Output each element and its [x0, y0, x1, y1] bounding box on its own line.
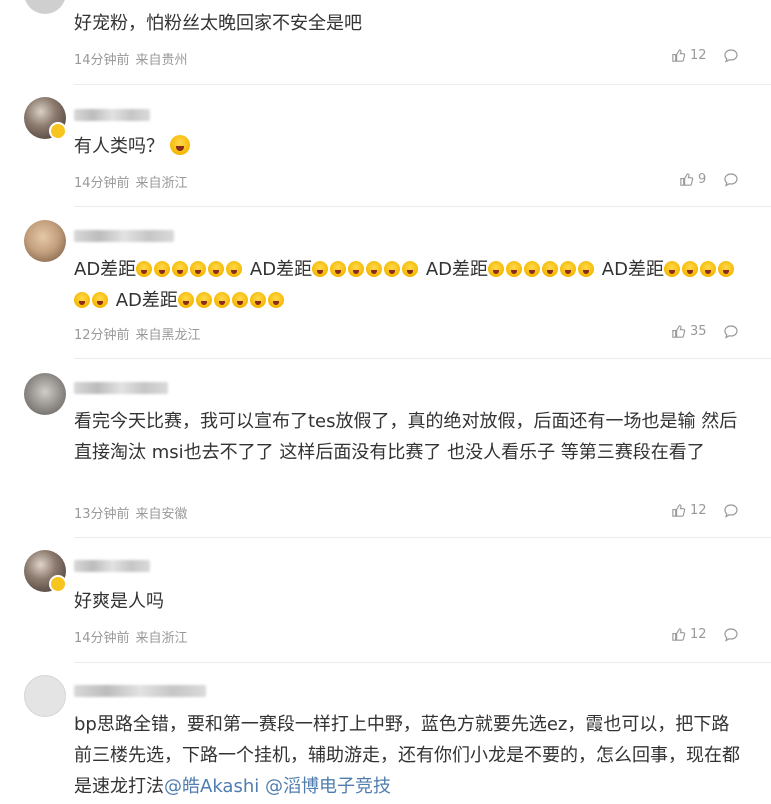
screaming-emoji-icon [524, 261, 541, 277]
comment-meta: 12分钟前 来自黑龙江 [74, 324, 207, 343]
screaming-emoji-icon [190, 261, 207, 277]
comment-location: 来自贵州 [135, 53, 188, 68]
screaming-emoji-icon [92, 292, 108, 308]
comment-location: 来自浙江 [135, 176, 188, 191]
comment-location: 来自黑龙江 [135, 328, 201, 343]
screaming-emoji-icon [226, 261, 243, 277]
screaming-emoji-icon [717, 261, 734, 277]
screaming-emoji-icon [578, 261, 595, 277]
thumbs-up-icon [672, 504, 686, 517]
username[interactable] [74, 109, 150, 121]
screaming-emoji-icon [154, 261, 171, 277]
username[interactable] [74, 230, 174, 242]
like-count: 12 [690, 48, 707, 63]
screaming-emoji-icon [699, 261, 716, 277]
like-button[interactable]: 12 [671, 503, 707, 518]
like-count: 35 [690, 324, 707, 339]
comment-time: 14分钟前 [74, 53, 130, 68]
comment-bubble-icon[interactable] [723, 627, 739, 643]
comment-item: AD差距 AD差距 AD差距 AD差距 AD差距 12分钟前 来自黑龙江 35 [0, 207, 771, 359]
screaming-emoji-icon [681, 261, 698, 277]
comment-text-content: 有人类吗？ [74, 136, 164, 157]
screaming-emoji-icon [402, 261, 419, 277]
screaming-emoji-icon [488, 261, 505, 277]
comment-meta: 14分钟前 来自浙江 [74, 172, 194, 191]
screaming-emoji-icon [136, 261, 153, 277]
mention-link[interactable]: @滔博电子竞技 [265, 776, 391, 797]
screaming-emoji-icon [506, 261, 523, 277]
comment-bubble-icon[interactable] [723, 324, 739, 340]
username[interactable] [74, 685, 206, 697]
comment-text: 好宠粉，怕粉丝太晚回家不安全是吧 [74, 13, 362, 34]
divider [74, 662, 771, 663]
like-count: 12 [690, 627, 707, 642]
comment-item: 看完今天比赛，我可以宣布了tes放假了，真的绝对放假，后面还有一场也是输 然后直… [0, 359, 771, 538]
like-button[interactable]: 12 [671, 48, 707, 63]
comment-item: 有人类吗？ 14分钟前 来自浙江 9 [0, 85, 771, 207]
like-button[interactable]: 35 [671, 324, 707, 339]
comment-time: 12分钟前 [74, 328, 130, 343]
comment-text: 看完今天比赛，我可以宣布了tes放假了，真的绝对放假，后面还有一场也是输 然后直… [74, 411, 738, 463]
comment-time: 14分钟前 [74, 176, 130, 191]
screaming-emoji-icon [208, 261, 225, 277]
like-button[interactable]: 12 [671, 627, 707, 642]
comment-meta: 14分钟前 来自贵州 [74, 49, 194, 68]
mention-link[interactable]: @皓Akashi [164, 776, 259, 797]
thumbs-up-icon [672, 628, 686, 641]
comment-time: 13分钟前 [74, 507, 130, 522]
comment-item: 好爽是人吗 14分钟前 来自浙江 12 [0, 538, 771, 663]
screaming-emoji-icon [542, 261, 559, 277]
comment-segment: AD差距 [425, 259, 489, 280]
avatar[interactable] [24, 220, 66, 262]
comment-segment: AD差距 [74, 259, 137, 280]
screaming-emoji-icon [177, 292, 194, 308]
screaming-emoji-icon [312, 261, 329, 277]
comment-text: bp思路全错，要和第一赛段一样打上中野，蓝色方就要先选ez，霞也可以，把下路前三… [74, 709, 746, 802]
screaming-emoji-icon [366, 261, 383, 277]
like-count: 12 [690, 503, 707, 518]
comment-segment: AD差距 [601, 259, 664, 280]
avatar[interactable] [24, 373, 66, 415]
screaming-emoji-icon [330, 261, 347, 277]
comment-bubble-icon[interactable] [723, 48, 739, 64]
comment-meta: 14分钟前 来自浙江 [74, 627, 194, 646]
screaming-emoji-icon [74, 292, 90, 308]
comment-item: 好宠粉，怕粉丝太晚回家不安全是吧 14分钟前 来自贵州 12 [0, 0, 771, 90]
screaming-emoji-icon [172, 261, 189, 277]
avatar[interactable] [24, 675, 66, 717]
thumbs-up-icon [680, 173, 694, 186]
username[interactable] [74, 382, 168, 394]
screaming-emoji-icon [195, 292, 212, 308]
comment-text: 好爽是人吗 [74, 591, 164, 612]
screaming-emoji-icon [249, 292, 266, 308]
thumbs-up-icon [672, 49, 686, 62]
comment-segment: AD差距 [115, 290, 178, 311]
thumbs-up-icon [672, 325, 686, 338]
like-count: 9 [698, 172, 707, 187]
comment-bubble-icon[interactable] [723, 503, 739, 519]
comment-segment: AD差距 [249, 259, 313, 280]
screaming-emoji-icon [560, 261, 577, 277]
comment-text: 有人类吗？ [74, 131, 746, 162]
comment-time: 14分钟前 [74, 631, 130, 646]
comment-location: 来自浙江 [135, 631, 188, 646]
screaming-emoji-icon [384, 261, 401, 277]
screaming-emoji-icon [348, 261, 365, 277]
screaming-emoji-icon [267, 292, 284, 308]
screaming-emoji-icon [231, 292, 248, 308]
comment-item: bp思路全错，要和第一赛段一样打上中野，蓝色方就要先选ez，霞也可以，把下路前三… [0, 664, 771, 804]
username[interactable] [74, 560, 150, 572]
like-button[interactable]: 9 [679, 172, 706, 187]
comment-bubble-icon[interactable] [723, 172, 739, 188]
shocked-emoji-icon [169, 135, 190, 155]
comment-text: AD差距 AD差距 AD差距 AD差距 AD差距 [74, 254, 746, 316]
comment-location: 来自安徽 [135, 507, 188, 522]
screaming-emoji-icon [213, 292, 230, 308]
verified-badge-icon [49, 575, 67, 593]
verified-badge-icon [49, 122, 67, 140]
screaming-emoji-icon [663, 261, 680, 277]
comment-meta: 13分钟前 来自安徽 [74, 503, 194, 522]
avatar[interactable] [24, 0, 66, 14]
